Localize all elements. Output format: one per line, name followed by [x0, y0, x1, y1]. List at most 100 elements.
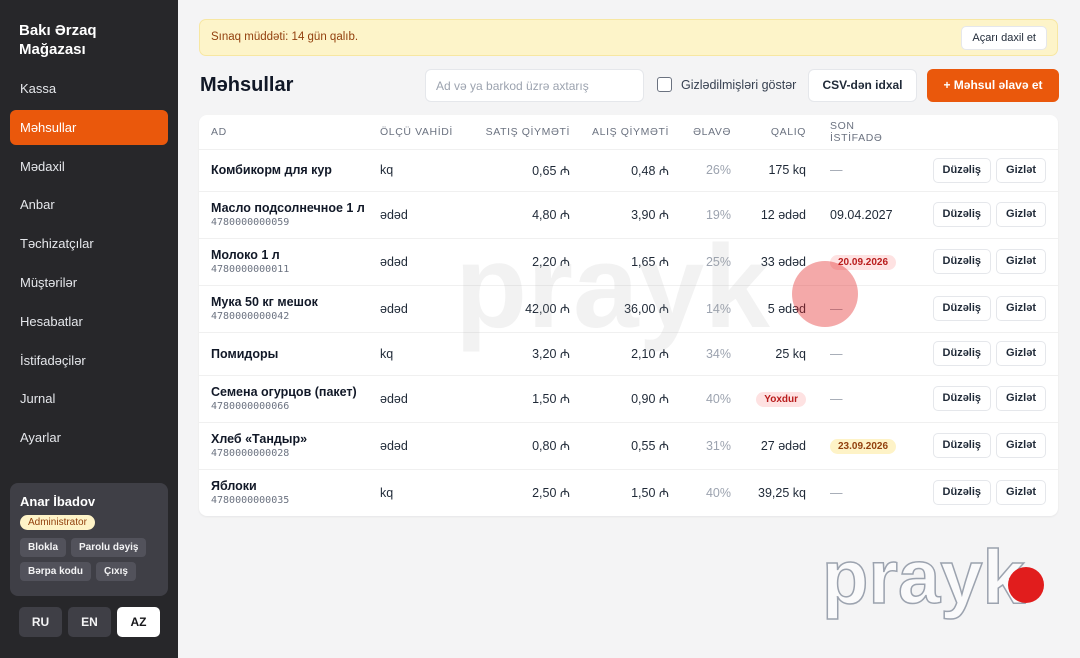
- product-name-cell: Масло подсолнечное 1 л 4780000000059: [199, 191, 380, 239]
- column-header-expiry[interactable]: SON İSTİFADƏ: [806, 115, 906, 150]
- markup-cell: 40%: [705, 485, 731, 500]
- hide-button[interactable]: Gizlət: [996, 386, 1046, 411]
- unit-cell: ədəd: [380, 191, 468, 239]
- sidebar-item-9[interactable]: Jurnal: [10, 381, 168, 416]
- table-row: Семена огурцов (пакет) 4780000000066 ədəd 1…: [199, 375, 1058, 423]
- hide-button[interactable]: Gizlət: [996, 433, 1046, 458]
- stock-cell: Yoxdur: [731, 375, 806, 423]
- sidebar-item-2[interactable]: Məhsullar: [10, 109, 168, 145]
- markup-cell: 19%: [669, 191, 731, 239]
- hide-button[interactable]: Gizlət: [996, 296, 1046, 321]
- product-name: Комбикорм для кур: [211, 163, 332, 177]
- logout-button[interactable]: Çıxış: [96, 562, 136, 581]
- markup-cell: 34%: [669, 332, 731, 376]
- enter-key-button[interactable]: Açarı daxil et: [961, 26, 1047, 50]
- edit-button[interactable]: Düzəliş: [932, 157, 992, 183]
- sidebar-item-6[interactable]: Müştərilər: [10, 265, 168, 300]
- table-row: Масло подсолнечное 1 л 4780000000059 ədəd 4…: [199, 191, 1058, 239]
- hide-button[interactable]: Gizlət: [996, 480, 1046, 506]
- expiry-cell: —: [806, 375, 906, 423]
- sidebar-item-4[interactable]: Anbar: [10, 187, 168, 222]
- purchase-price-cell: 0,55 ₼: [570, 422, 669, 470]
- show-hidden-toggle[interactable]: Gizlədilmişləri göstər: [657, 77, 796, 92]
- column-header-actions: [906, 115, 1058, 150]
- expiry-cell: 20.09.2026: [806, 238, 906, 286]
- sale-price-cell: 2,20 ₼: [468, 238, 570, 286]
- column-header-unit[interactable]: ÖLÇÜ VAHİDİ: [380, 115, 468, 150]
- row-actions: Düzəliş Gizlət: [906, 157, 1058, 183]
- hide-button[interactable]: Gizlət: [996, 249, 1046, 274]
- show-hidden-checkbox[interactable]: [657, 77, 672, 92]
- edit-button[interactable]: Düzəliş: [932, 202, 992, 227]
- sidebar-item-1[interactable]: Kassa: [10, 71, 168, 106]
- edit-button[interactable]: Düzəliş: [932, 433, 992, 458]
- product-name-cell: Молоко 1 л 4780000000011: [199, 238, 380, 286]
- sidebar-item-7[interactable]: Hesabatlar: [10, 304, 168, 339]
- product-name: Хлеб «Тандыр»: [211, 432, 308, 446]
- expiry-cell: —: [806, 332, 906, 376]
- edit-button[interactable]: Düzəliş: [932, 386, 992, 411]
- table-row: Молоко 1 л 4780000000011 ədəd 2,20 ₼ 1,65 ₼ 2…: [199, 238, 1058, 286]
- sidebar-item-5[interactable]: Təchizatçılar: [10, 226, 168, 261]
- change-password-button[interactable]: Parolu dəyiş: [71, 538, 147, 557]
- search-input[interactable]: [425, 69, 644, 102]
- expiry-cell: —: [806, 149, 906, 192]
- sale-price-cell: 42,00 ₼: [468, 285, 570, 333]
- hide-button[interactable]: Gizlət: [996, 157, 1046, 183]
- column-header-sale-price[interactable]: SATIŞ QİYMƏTİ: [468, 115, 570, 150]
- column-header-markup[interactable]: ƏLAVƏ: [669, 115, 731, 150]
- column-header-name[interactable]: AD: [199, 115, 380, 150]
- product-name-cell: Хлеб «Тандыр» 4780000000028: [199, 422, 380, 470]
- recovery-code-button[interactable]: Bərpa kodu: [20, 562, 92, 581]
- row-actions-cell: Düzəliş Gizlət: [906, 422, 1058, 470]
- expiry-badge: 23.09.2026: [830, 438, 897, 454]
- watermark-corner-text: prayk: [822, 545, 1026, 620]
- expiry-cell: —: [830, 485, 843, 500]
- edit-button[interactable]: Düzəliş: [932, 249, 992, 274]
- sidebar-item-10[interactable]: Ayarlar: [10, 420, 168, 455]
- language-button-ru[interactable]: RU: [19, 607, 62, 637]
- sidebar-nav: Kassa Məhsullar Mədaxil Anbar Təchizatçılar M…: [10, 71, 168, 459]
- table-row: Комбикорм для кур kq 0,65 ₼ 0,48 ₼ 26% 175 kq…: [199, 149, 1058, 192]
- product-name: Мука 50 кг мешок: [211, 295, 318, 309]
- products-table-card: AD ÖLÇÜ VAHİDİ SATIŞ QİYMƏTİ ALIŞ QİYMƏT…: [199, 115, 1058, 516]
- sale-price-cell: 1,50 ₼: [468, 375, 570, 423]
- edit-button[interactable]: Düzəliş: [932, 341, 992, 366]
- row-actions: Düzəliş Gizlət: [906, 433, 1058, 458]
- product-name: Семена огурцов (пакет): [211, 385, 357, 399]
- sidebar-item-3[interactable]: Mədaxil: [10, 149, 168, 184]
- purchase-price-cell: 3,90 ₼: [570, 191, 669, 239]
- table-row: Яблоки 4780000000035 kq 2,50 ₼ 1,50 ₼ 40% 39,2…: [199, 469, 1058, 516]
- unit-cell: ədəd: [380, 422, 468, 470]
- brand-name: Bakı Ərzaq Mağazası: [19, 22, 97, 58]
- purchase-price-cell: 0,48 ₼: [570, 149, 669, 192]
- row-actions-cell: Düzəliş Gizlət: [906, 469, 1058, 516]
- edit-button[interactable]: Düzəliş: [932, 480, 992, 506]
- role-badge: Administrator: [20, 515, 95, 530]
- sale-price-cell: 0,80 ₼: [468, 422, 570, 470]
- add-product-button[interactable]: + Məhsul əlavə et: [927, 69, 1059, 102]
- hide-button[interactable]: Gizlət: [996, 202, 1046, 227]
- column-header-stock[interactable]: QALIQ: [731, 115, 806, 150]
- csv-import-button[interactable]: CSV-dən idxal: [808, 69, 917, 102]
- edit-button[interactable]: Düzəliş: [932, 296, 992, 321]
- product-name-cell: Яблоки 4780000000035: [199, 469, 380, 516]
- user-actions: Blokla Parolu dəyiş Bərpa kodu Çıxış: [20, 538, 160, 581]
- trial-text: Sınaq müddəti: 14 gün qalıb.: [211, 31, 359, 43]
- row-actions-cell: Düzəliş Gizlət: [906, 149, 1058, 192]
- out-of-stock-badge: Yoxdur: [756, 391, 806, 407]
- page-title: Məhsullar: [200, 74, 294, 96]
- product-barcode: 4780000000042: [211, 311, 290, 322]
- row-actions-cell: Düzəliş Gizlət: [906, 375, 1058, 423]
- table-row: Хлеб «Тандыр» 4780000000028 ədəd 0,80 ₼ 0,55…: [199, 422, 1058, 470]
- block-button[interactable]: Blokla: [20, 538, 67, 557]
- language-button-az[interactable]: AZ: [117, 607, 160, 637]
- row-actions-cell: Düzəliş Gizlət: [906, 332, 1058, 376]
- language-button-en[interactable]: EN: [68, 607, 111, 637]
- column-header-purchase-price[interactable]: ALIŞ QİYMƏTİ: [570, 115, 669, 150]
- hide-button[interactable]: Gizlət: [996, 341, 1046, 366]
- trial-banner: Sınaq müddəti: 14 gün qalıb. Açarı daxil…: [199, 19, 1058, 56]
- unit-cell: kq: [380, 149, 468, 192]
- sidebar-item-8[interactable]: İstifadəçilər: [10, 343, 168, 378]
- user-card: Anar İbadov Administrator Blokla Parolu d…: [10, 483, 168, 596]
